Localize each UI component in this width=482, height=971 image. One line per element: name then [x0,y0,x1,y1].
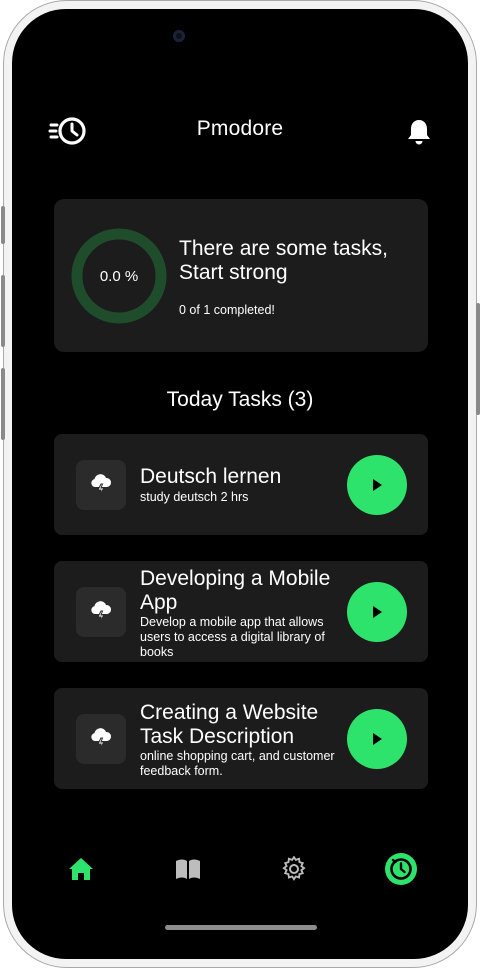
task-title: Developing a Mobile App [140,567,331,614]
book-icon [176,859,200,879]
phone-side-button [1,206,5,244]
progress-summary-card: 0.0 % There are some tasks, Start strong… [54,199,428,352]
nav-library[interactable] [170,851,206,887]
play-icon [373,479,382,491]
weather-storm-icon [76,460,126,510]
phone-side-button [476,303,480,415]
home-icon [69,858,93,880]
nav-timer[interactable] [383,851,419,887]
play-icon [373,733,382,745]
weather-storm-icon [76,714,126,764]
nav-settings[interactable] [276,851,312,887]
task-description: study deutsch 2 hrs [140,490,249,504]
play-button[interactable] [347,582,407,642]
front-camera [173,30,185,42]
nav-home[interactable] [63,851,99,887]
app-title: Pmodore [196,117,284,140]
weather-storm-icon [76,587,126,637]
task-card[interactable]: Deutsch lernen study deutsch 2 hrs [54,434,428,535]
app-screen: Pmodore 0.0 % There are some tasks, Star… [12,9,468,959]
progress-percentage: 0.0 % [99,267,139,285]
task-card[interactable]: Developing a Mobile App Develop a mobile… [54,561,428,662]
phone-side-button [1,368,5,440]
play-icon [373,606,382,618]
play-button[interactable] [347,455,407,515]
completed-count: 0 of 1 completed! [179,303,275,317]
timer-icon [385,853,417,885]
task-card[interactable]: Creating a Website Task Description onli… [54,688,428,789]
bell-icon[interactable] [402,115,436,149]
phone-side-button [1,275,5,347]
task-title: Creating a Website Task Description [140,701,319,748]
home-indicator[interactable] [165,925,317,930]
today-tasks-title: Today Tasks (3) [166,388,314,411]
notch [202,9,288,17]
task-title: Deutsch lernen [140,465,282,488]
task-description: Develop a mobile app that allows users t… [140,615,325,659]
play-button[interactable] [347,709,407,769]
gear-icon [282,856,306,881]
summary-headline: There are some tasks, Start strong [179,237,388,284]
task-description: online shopping cart, and customer feedb… [140,749,335,778]
